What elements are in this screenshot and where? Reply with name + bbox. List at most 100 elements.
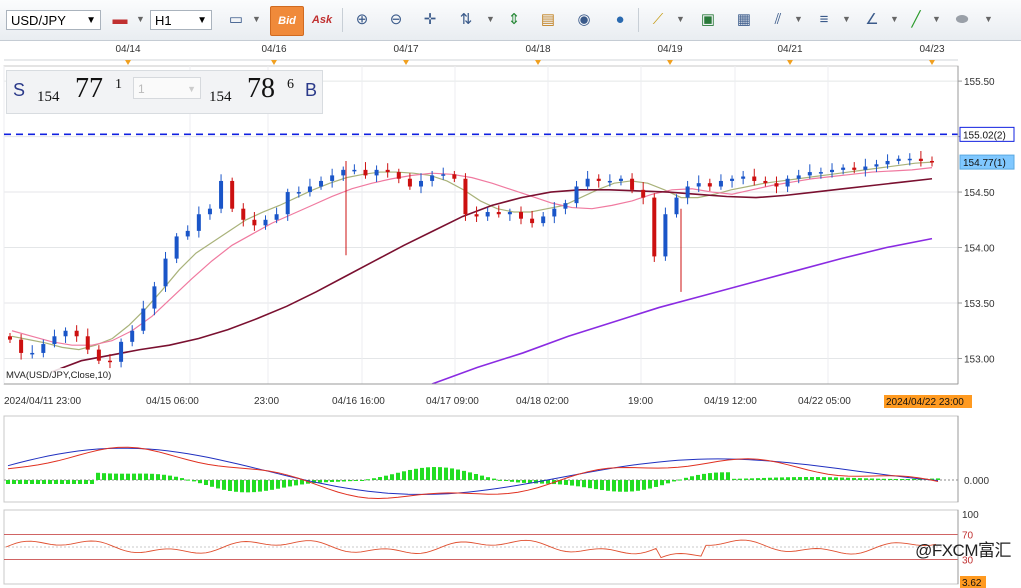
zoom-in-icon[interactable]: ⊕ xyxy=(352,10,372,30)
histogram-bar xyxy=(270,480,274,490)
candle-up xyxy=(163,258,168,287)
candle-down xyxy=(641,189,646,198)
candle-up xyxy=(196,214,201,231)
toolbar-divider xyxy=(638,8,639,32)
candle-up xyxy=(896,158,901,161)
histogram-bar xyxy=(630,480,634,492)
chevron-down-icon[interactable]: ▼ xyxy=(252,14,261,24)
candle-down xyxy=(385,169,390,173)
histogram-bar xyxy=(678,479,682,481)
oscillator-frame xyxy=(3,415,959,503)
remove-chart-icon[interactable]: ▬ xyxy=(110,10,130,30)
lot-size-input[interactable]: 1 ▼ xyxy=(133,77,201,99)
lines-icon[interactable]: ≡ xyxy=(814,10,834,30)
zoom-out-icon[interactable]: ⊖ xyxy=(386,10,406,30)
angle-icon[interactable]: ∠ xyxy=(862,10,882,30)
candle-up xyxy=(585,178,590,187)
trendline-icon[interactable]: ╱ xyxy=(906,10,926,30)
histogram-bar xyxy=(900,478,904,480)
histogram-bar xyxy=(828,477,832,480)
histogram-bar xyxy=(780,477,784,480)
candle-down xyxy=(518,212,523,219)
chevron-down-icon[interactable]: ▼ xyxy=(486,14,495,24)
indicator-icon[interactable]: ⇅ xyxy=(456,10,476,30)
fit-vertical-icon[interactable]: ⇕ xyxy=(504,10,524,30)
time-tick-label: 19:00 xyxy=(628,396,653,407)
histogram-bar xyxy=(60,480,64,484)
date-marker-icon xyxy=(271,60,277,65)
ruler-icon[interactable]: ⟋ xyxy=(648,10,668,30)
visibility-icon[interactable]: ◉ xyxy=(574,10,594,30)
buy-label[interactable]: B xyxy=(305,80,317,101)
channel-icon[interactable]: ⫽ xyxy=(768,10,788,30)
histogram-bar xyxy=(888,478,892,480)
histogram-bar xyxy=(822,477,826,480)
chevron-down-icon[interactable]: ▼ xyxy=(794,14,803,24)
candle-up xyxy=(485,212,490,217)
candle-up xyxy=(607,180,612,183)
window-icon[interactable]: ▦ xyxy=(734,10,754,30)
histogram-bar xyxy=(450,468,454,480)
crosshair-icon[interactable]: ✛ xyxy=(420,10,440,30)
candle-down xyxy=(230,180,235,209)
histogram-bar xyxy=(174,476,178,480)
time-tick-label: 04/17 09:00 xyxy=(426,396,479,407)
histogram-bar xyxy=(684,477,688,480)
sell-label[interactable]: S xyxy=(13,80,25,101)
toolbar: USD/JPY ▼ ▬ ▼ H1 ▼ ▭ ▼ Bid Ask ⊕ ⊖ ✛ ⇅ ▼… xyxy=(0,0,1021,41)
date-marker-icon xyxy=(787,60,793,65)
histogram-bar xyxy=(462,470,466,480)
candle-up xyxy=(285,192,290,215)
sell-price-pips: 77 xyxy=(75,73,103,104)
chevron-down-icon[interactable]: ▼ xyxy=(890,14,899,24)
date-marker-label: 04/14 xyxy=(115,44,140,55)
symbol-select[interactable]: USD/JPY ▼ xyxy=(6,10,101,30)
picture-icon[interactable]: ▣ xyxy=(698,10,718,30)
histogram-bar xyxy=(384,475,388,480)
histogram-bar xyxy=(264,480,268,491)
chart-type-icon[interactable]: ▭ xyxy=(226,10,246,30)
candle-down xyxy=(74,330,79,337)
date-marker-icon xyxy=(535,60,541,65)
histogram-bar xyxy=(126,473,130,480)
chart-area[interactable]: 04/14 04/16 04/17 04/18 04/19 04/21 04/23 MVA(… xyxy=(0,40,1021,588)
histogram-bar xyxy=(258,480,262,492)
histogram-bar xyxy=(252,480,256,493)
histogram-bar xyxy=(408,469,412,480)
histogram-bar xyxy=(504,480,508,481)
candle-down xyxy=(474,214,479,217)
properties-icon[interactable]: ▤ xyxy=(538,10,558,30)
chevron-down-icon[interactable]: ▼ xyxy=(984,14,993,24)
sell-price-big: 154 xyxy=(37,89,60,105)
histogram-bar xyxy=(114,473,118,480)
candle-up xyxy=(263,219,268,226)
globe-icon[interactable]: ● xyxy=(610,10,630,30)
histogram-bar xyxy=(150,473,154,480)
candle-down xyxy=(85,336,90,350)
histogram-bar xyxy=(354,480,358,481)
histogram-bar xyxy=(348,480,352,482)
ellipse-icon[interactable]: ⬬ xyxy=(952,10,972,30)
histogram-bar xyxy=(600,480,604,491)
chevron-down-icon[interactable]: ▼ xyxy=(932,14,941,24)
histogram-bar xyxy=(96,472,100,480)
candle-down xyxy=(752,176,757,181)
candle-up xyxy=(152,286,157,309)
histogram-bar xyxy=(744,478,748,480)
candle-up xyxy=(41,344,46,353)
bid-button[interactable]: Bid xyxy=(270,6,304,36)
histogram-bar xyxy=(810,477,814,480)
timeframe-select[interactable]: H1 ▼ xyxy=(150,10,212,30)
chevron-down-icon[interactable]: ▼ xyxy=(136,14,145,24)
chevron-down-icon[interactable]: ▼ xyxy=(676,14,685,24)
histogram-bar xyxy=(618,480,622,492)
histogram-bar xyxy=(456,469,460,480)
chevron-down-icon[interactable]: ▼ xyxy=(842,14,851,24)
histogram-bar xyxy=(6,480,10,484)
histogram-bar xyxy=(840,477,844,480)
histogram-bar xyxy=(300,480,304,485)
price-axis: 155.50155.00154.50154.00153.50153.00155.… xyxy=(957,66,1015,384)
histogram-bar xyxy=(228,480,232,491)
ask-button[interactable]: Ask xyxy=(308,6,336,34)
histogram-bar xyxy=(372,478,376,480)
